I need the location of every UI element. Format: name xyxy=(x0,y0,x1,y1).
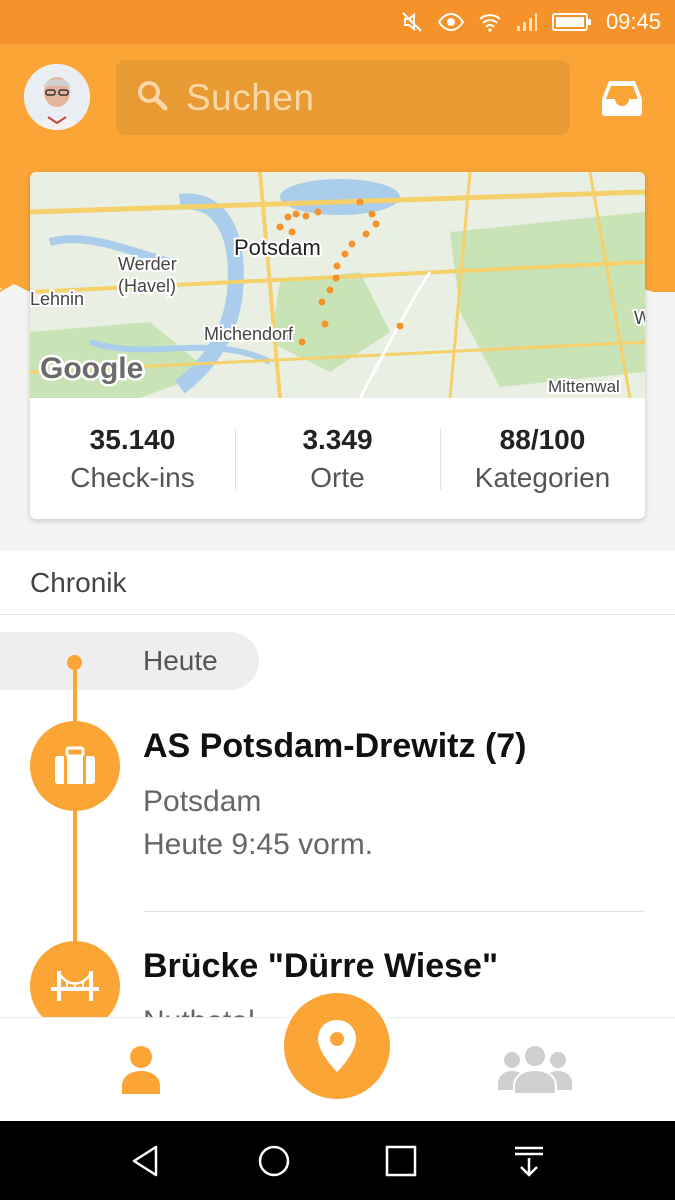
stat-checkins[interactable]: 35.140 Check-ins xyxy=(30,398,235,519)
checkin-pin-icon xyxy=(318,1020,356,1072)
search-placeholder: Suchen xyxy=(186,76,315,118)
google-logo: Google xyxy=(40,352,143,385)
timeline-feed: Heute AS Potsdam-Drewitz (7) Potsdam Heu… xyxy=(0,615,675,1017)
day-label-text: Heute xyxy=(143,645,218,676)
checkin-time: Heute 9:45 vorm. xyxy=(143,828,374,861)
stat-value: 3.349 xyxy=(302,423,373,455)
search-icon xyxy=(136,79,168,116)
inbox-icon xyxy=(602,81,642,116)
recents-icon[interactable] xyxy=(383,1143,419,1179)
checkin-venue-name[interactable]: AS Potsdam-Drewitz (7) xyxy=(143,727,527,766)
timeline-dot xyxy=(67,655,82,670)
nav-profile-button[interactable] xyxy=(118,1044,164,1094)
clock: 09:45 xyxy=(605,9,661,34)
battery-icon xyxy=(551,12,592,32)
stat-label: Orte xyxy=(310,461,365,493)
mute-icon xyxy=(400,10,424,34)
avatar-photo xyxy=(24,64,90,130)
stat-label: Kategorien xyxy=(474,461,611,493)
chronik-header: Chronik xyxy=(0,551,675,615)
bridge-icon xyxy=(51,971,99,1001)
map-label-havel: (Havel) xyxy=(118,276,176,296)
map-label-mittenwalde: Mittenwal xyxy=(548,377,620,396)
stat-places[interactable]: 3.349 Orte xyxy=(235,398,440,519)
search-input[interactable]: Suchen xyxy=(116,60,570,135)
stat-categories[interactable]: 88/100 Kategorien xyxy=(440,398,645,519)
checkin-category-icon[interactable] xyxy=(30,941,120,1017)
notification-pull-icon[interactable] xyxy=(511,1143,547,1179)
avatar[interactable] xyxy=(24,64,90,130)
stat-label: Check-ins xyxy=(70,461,195,493)
map-label-michendorf: Michendorf xyxy=(204,324,294,344)
stats-card: Potsdam Werder (Havel) Lehnin Michendorf… xyxy=(30,172,645,519)
stats-row: 35.140 Check-ins 3.349 Orte 88/100 Kateg… xyxy=(30,398,645,519)
divider xyxy=(143,911,645,912)
day-label: Heute xyxy=(0,632,259,690)
map-label-lehnin: Lehnin xyxy=(30,289,84,309)
friends-icon xyxy=(498,1044,572,1095)
home-icon[interactable] xyxy=(256,1143,292,1179)
nav-friends-button[interactable] xyxy=(498,1044,572,1095)
checkin-city: Nuthetal xyxy=(143,1005,255,1017)
checkin-city: Potsdam xyxy=(143,785,262,818)
signal-icon xyxy=(516,12,538,32)
map-label-w: W xyxy=(634,308,645,328)
wifi-icon xyxy=(478,12,502,32)
inbox-button[interactable] xyxy=(600,78,644,118)
status-bar: 09:45 xyxy=(0,0,675,44)
checkin-button[interactable] xyxy=(284,993,390,1099)
suitcase-icon xyxy=(55,746,95,784)
checkin-venue-name[interactable]: Brücke "Dürre Wiese" xyxy=(143,947,498,986)
checkin-map[interactable]: Potsdam Werder (Havel) Lehnin Michendorf… xyxy=(30,172,645,398)
map-label-potsdam: Potsdam xyxy=(234,235,321,260)
back-icon[interactable] xyxy=(128,1143,164,1179)
eye-comfort-icon xyxy=(437,12,464,32)
stat-value: 88/100 xyxy=(499,423,586,455)
profile-icon xyxy=(122,1046,160,1094)
checkin-category-icon[interactable] xyxy=(30,721,120,811)
map-label-werder: Werder xyxy=(118,254,177,274)
stat-value: 35.140 xyxy=(89,423,176,455)
system-nav-bar xyxy=(0,1121,675,1200)
